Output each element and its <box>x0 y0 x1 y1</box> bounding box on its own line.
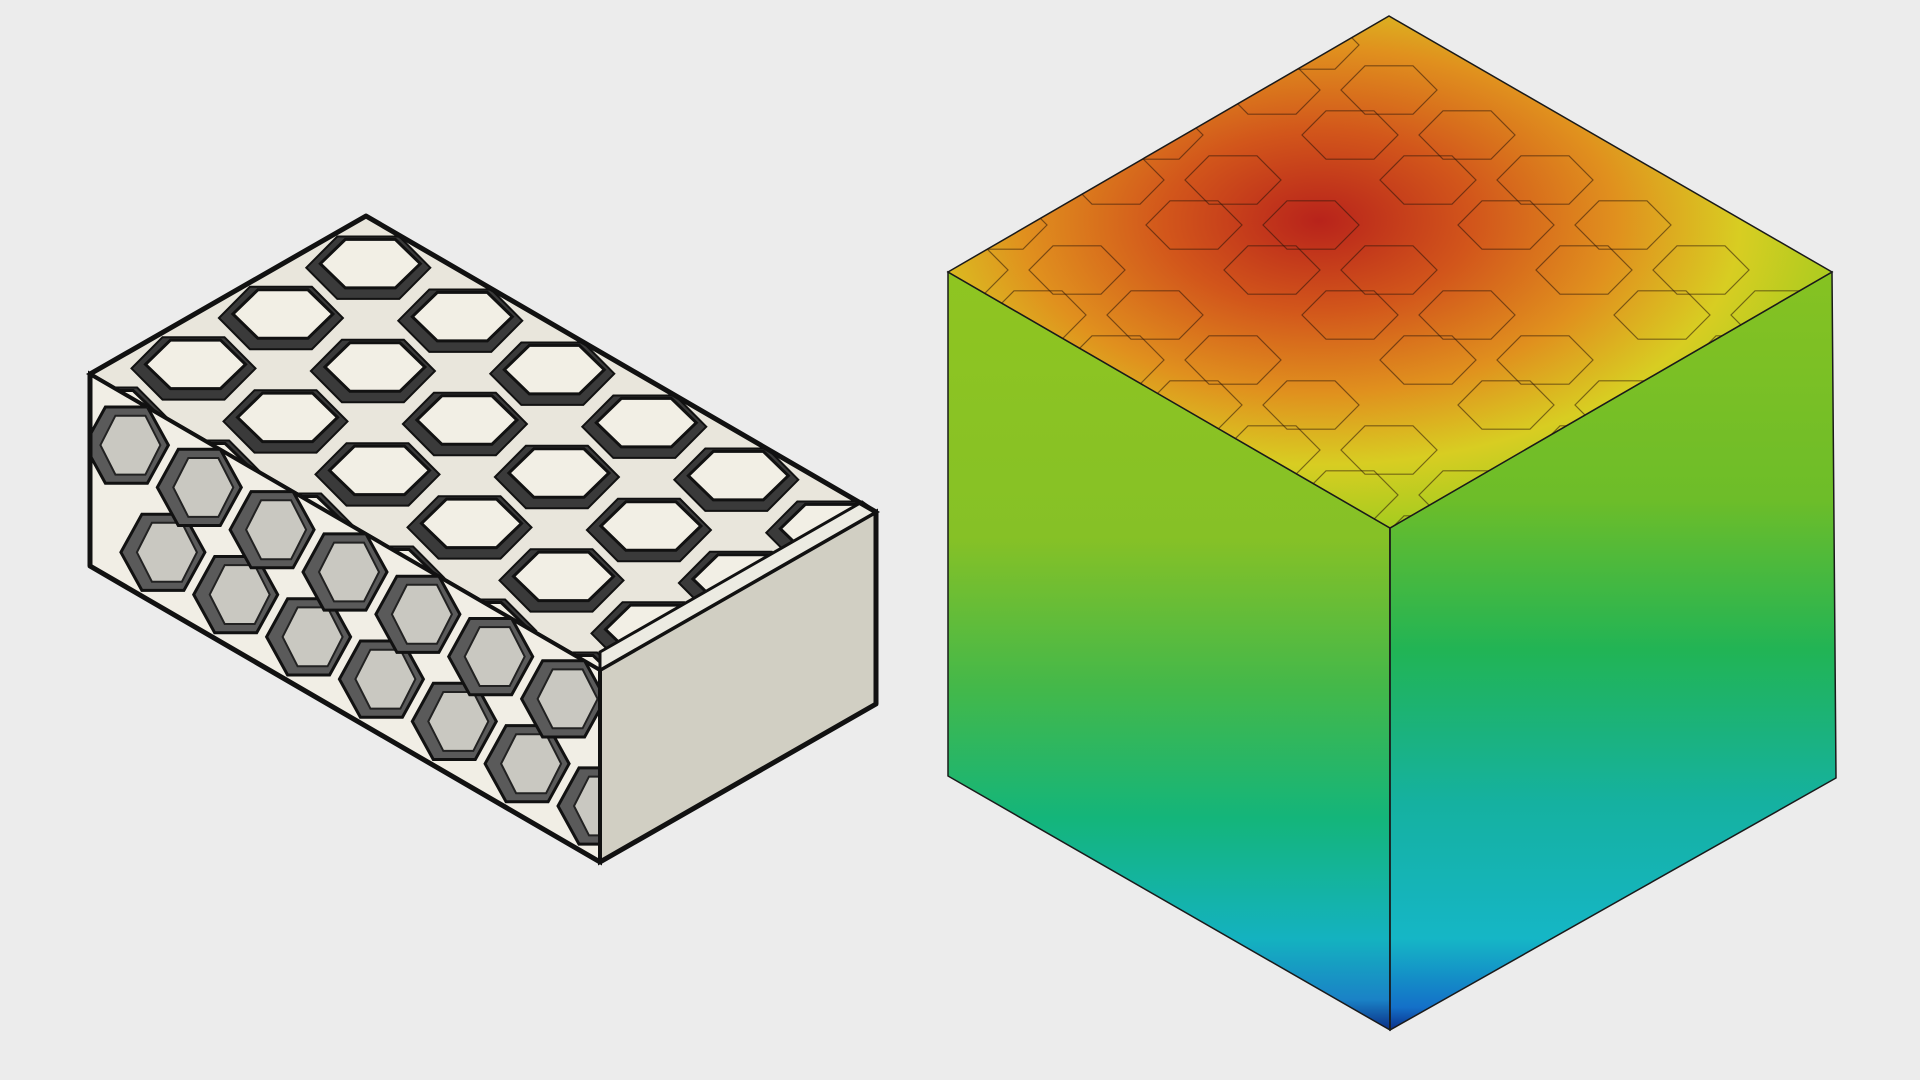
infill-cell-cap <box>681 346 786 399</box>
infill-void-shadow <box>212 216 340 247</box>
infill-cell-cap <box>0 338 66 387</box>
infill-cell-cap <box>589 293 694 346</box>
cube-hex-outline <box>795 291 891 339</box>
infill-void-shadow <box>760 397 876 462</box>
infill-cell-cap <box>138 235 244 287</box>
infill-void-shadow <box>484 238 612 303</box>
cube-hex-outline <box>1691 155 1789 205</box>
cube-hex-outline <box>1848 246 1920 294</box>
infill-cell-cap <box>497 240 602 293</box>
infill-void-shadow <box>90 283 165 348</box>
infill-cell-cap <box>90 285 156 338</box>
infill-void-shadow <box>125 232 253 298</box>
infill-cell-cap <box>226 216 331 237</box>
infill-cell-cap <box>773 399 876 452</box>
infill-void-shadow <box>302 133 426 195</box>
infill-part-view <box>0 15 1920 1032</box>
cube-hex-outline <box>1769 200 1832 250</box>
infill-void-shadow <box>0 335 76 397</box>
infill-cell-cap <box>405 216 510 240</box>
infill-void-shadow <box>668 344 796 409</box>
infill-void-shadow <box>392 216 520 250</box>
infill-void-shadow <box>576 291 704 356</box>
thermal-simulation-cube <box>795 15 1920 1032</box>
cube-hex-outline <box>1613 110 1711 160</box>
infill-cell-cap <box>316 136 416 185</box>
viewport <box>0 0 1920 1080</box>
cube-hex-outline <box>1457 20 1555 70</box>
cube-hex-outline <box>1535 65 1633 115</box>
honeycomb-infill-part <box>0 133 881 866</box>
